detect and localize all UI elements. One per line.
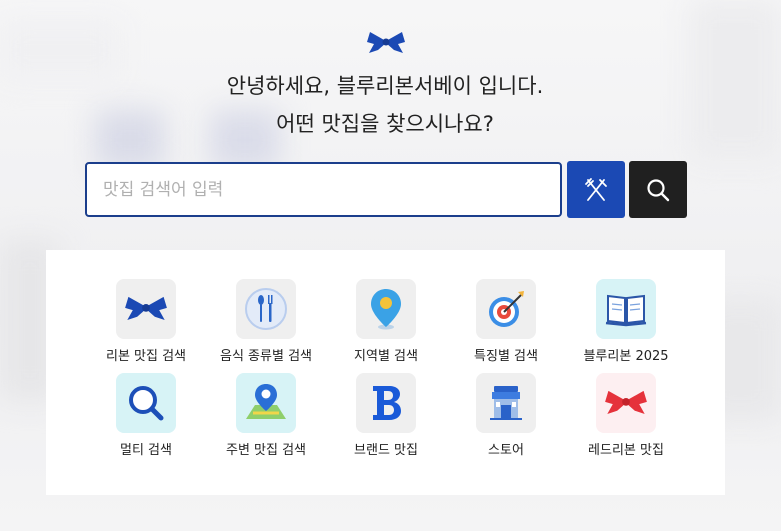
map-pin-icon bbox=[371, 289, 401, 330]
search-icon bbox=[647, 178, 670, 201]
menu-tile-nearby-search[interactable]: 주변 맛집 검색 bbox=[206, 373, 326, 458]
spoon-fork-plate-icon bbox=[245, 288, 287, 330]
menu-tile-label: 지역별 검색 bbox=[354, 349, 418, 364]
category-panel: 리본 맛집 검색 음식 종류별 검색 지역별 검색 특징별 검색 블루리본 20… bbox=[46, 250, 725, 495]
open-book-icon bbox=[605, 294, 647, 327]
menu-tile-label: 음식 종류별 검색 bbox=[220, 349, 312, 364]
food-category-button[interactable] bbox=[567, 161, 625, 218]
red-ribbon-icon bbox=[605, 390, 647, 414]
brand-b-icon bbox=[373, 386, 401, 420]
menu-tile-red-ribbon[interactable]: 레드리본 맛집 bbox=[566, 373, 686, 458]
search-button[interactable] bbox=[629, 161, 687, 218]
menu-tile-label: 블루리본 2025 bbox=[583, 349, 669, 364]
menu-tile-label: 주변 맛집 검색 bbox=[225, 443, 307, 458]
menu-tile-label: 멀티 검색 bbox=[120, 443, 172, 458]
menu-tile-label: 레드리본 맛집 bbox=[588, 443, 664, 458]
fork-knife-icon bbox=[585, 177, 607, 201]
blue-ribbon-icon bbox=[125, 296, 167, 320]
menu-tile-label: 특징별 검색 bbox=[474, 349, 538, 364]
menu-tile-blueribbon-2025[interactable]: 블루리본 2025 bbox=[566, 279, 686, 364]
menu-tile-label: 스토어 bbox=[488, 443, 524, 458]
menu-tile-store[interactable]: 스토어 bbox=[446, 373, 566, 458]
menu-tile-region-search[interactable]: 지역별 검색 bbox=[326, 279, 446, 364]
greeting-line-1: 안녕하세요, 블루리본서베이 입니다. bbox=[226, 74, 544, 98]
store-icon bbox=[490, 386, 522, 420]
menu-tile-food-type-search[interactable]: 음식 종류별 검색 bbox=[206, 279, 326, 364]
menu-tile-label: 리본 맛집 검색 bbox=[105, 349, 187, 364]
blue-ribbon-icon bbox=[367, 32, 405, 53]
magnifier-icon bbox=[129, 386, 164, 421]
menu-tile-brand[interactable]: 브랜드 맛집 bbox=[326, 373, 446, 458]
target-arrow-icon bbox=[489, 291, 524, 327]
greeting-line-2: 어떤 맛집을 찾으시나요? bbox=[276, 112, 494, 136]
menu-tile-multi-search[interactable]: 멀티 검색 bbox=[86, 373, 206, 458]
menu-tile-feature-search[interactable]: 특징별 검색 bbox=[446, 279, 566, 364]
map-location-icon bbox=[246, 384, 286, 419]
menu-tile-ribbon-search[interactable]: 리본 맛집 검색 bbox=[86, 279, 206, 364]
menu-tile-label: 브랜드 맛집 bbox=[354, 443, 418, 458]
search-input[interactable] bbox=[85, 162, 562, 217]
